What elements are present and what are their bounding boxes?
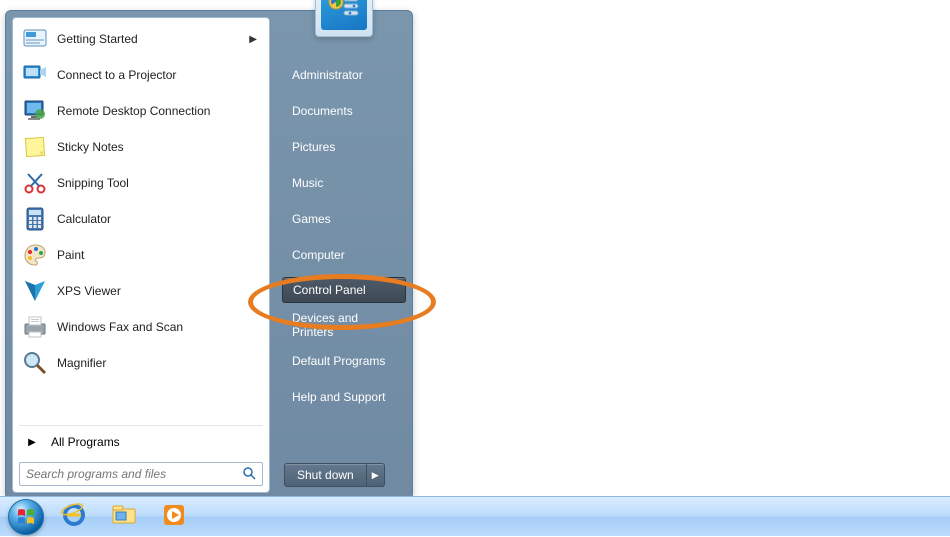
search-box[interactable] bbox=[19, 462, 263, 486]
sticky-notes-icon bbox=[21, 133, 49, 161]
right-item-label: Control Panel bbox=[293, 283, 366, 297]
taskbar-item-explorer[interactable] bbox=[102, 502, 146, 532]
start-menu-left-pane: Getting Started ▶ Connect to a Projector… bbox=[12, 17, 270, 493]
media-player-icon bbox=[160, 501, 188, 532]
right-item-label: Default Programs bbox=[292, 354, 385, 368]
calculator-icon bbox=[21, 205, 49, 233]
right-item-default-programs[interactable]: Default Programs bbox=[282, 347, 406, 375]
program-item-snipping-tool[interactable]: Snipping Tool bbox=[13, 165, 269, 201]
program-item-projector[interactable]: Connect to a Projector bbox=[13, 57, 269, 93]
program-label: Magnifier bbox=[57, 356, 261, 370]
search-icon bbox=[242, 466, 256, 483]
search-input[interactable] bbox=[26, 467, 242, 481]
submenu-arrow-icon: ▶ bbox=[249, 34, 257, 45]
right-item-label: Pictures bbox=[292, 140, 335, 154]
program-item-sticky-notes[interactable]: Sticky Notes bbox=[13, 129, 269, 165]
right-item-devices-printers[interactable]: Devices and Printers bbox=[282, 311, 406, 339]
paint-icon bbox=[21, 241, 49, 269]
getting-started-icon bbox=[21, 25, 49, 53]
start-menu-right-pane: Administrator Documents Pictures Music G… bbox=[276, 11, 412, 499]
right-item-label: Music bbox=[292, 176, 323, 190]
program-label: Remote Desktop Connection bbox=[57, 104, 261, 118]
projector-icon bbox=[21, 61, 49, 89]
remote-desktop-icon bbox=[21, 97, 49, 125]
right-item-control-panel[interactable]: Control Panel bbox=[282, 277, 406, 303]
start-menu: Getting Started ▶ Connect to a Projector… bbox=[5, 10, 413, 500]
explorer-icon bbox=[110, 501, 138, 532]
program-label: XPS Viewer bbox=[57, 284, 261, 298]
shutdown-button[interactable]: Shut down bbox=[284, 463, 367, 487]
taskbar bbox=[0, 496, 950, 536]
program-item-calculator[interactable]: Calculator bbox=[13, 201, 269, 237]
taskbar-item-media-player[interactable] bbox=[152, 502, 196, 532]
programs-list: Getting Started ▶ Connect to a Projector… bbox=[13, 18, 269, 423]
right-item-computer[interactable]: Computer bbox=[282, 241, 406, 269]
shutdown-area: Shut down ▶ bbox=[282, 457, 406, 493]
program-item-getting-started[interactable]: Getting Started ▶ bbox=[13, 21, 269, 57]
program-item-fax-scan[interactable]: Windows Fax and Scan bbox=[13, 309, 269, 345]
right-item-pictures[interactable]: Pictures bbox=[282, 133, 406, 161]
xps-viewer-icon bbox=[21, 277, 49, 305]
program-item-paint[interactable]: Paint bbox=[13, 237, 269, 273]
right-item-help-support[interactable]: Help and Support bbox=[282, 383, 406, 411]
control-panel-icon bbox=[321, 0, 367, 30]
program-label: Snipping Tool bbox=[57, 176, 261, 190]
right-item-documents[interactable]: Documents bbox=[282, 97, 406, 125]
magnifier-icon bbox=[21, 349, 49, 377]
separator bbox=[19, 425, 263, 426]
fax-scan-icon bbox=[21, 313, 49, 341]
windows-logo-icon bbox=[8, 499, 44, 535]
right-item-music[interactable]: Music bbox=[282, 169, 406, 197]
right-item-administrator[interactable]: Administrator bbox=[282, 61, 406, 89]
snipping-tool-icon bbox=[21, 169, 49, 197]
right-item-label: Games bbox=[292, 212, 331, 226]
program-label: Connect to a Projector bbox=[57, 68, 261, 82]
start-button[interactable] bbox=[6, 497, 46, 537]
right-item-label: Administrator bbox=[292, 68, 363, 82]
chevron-right-icon: ▶ bbox=[372, 470, 379, 481]
right-item-games[interactable]: Games bbox=[282, 205, 406, 233]
program-label: Sticky Notes bbox=[57, 140, 261, 154]
ie-icon bbox=[60, 501, 88, 532]
taskbar-item-ie[interactable] bbox=[52, 502, 96, 532]
program-label: Getting Started bbox=[57, 32, 249, 46]
program-item-xps-viewer[interactable]: XPS Viewer bbox=[13, 273, 269, 309]
right-item-label: Devices and Printers bbox=[292, 311, 396, 339]
right-item-label: Computer bbox=[292, 248, 345, 262]
all-programs-arrow-icon: ▶ bbox=[21, 437, 43, 448]
program-label: Paint bbox=[57, 248, 261, 262]
right-item-label: Documents bbox=[292, 104, 353, 118]
program-label: Calculator bbox=[57, 212, 261, 226]
search-container bbox=[19, 462, 263, 486]
all-programs-button[interactable]: ▶ All Programs bbox=[13, 428, 269, 456]
all-programs-label: All Programs bbox=[51, 435, 120, 449]
program-label: Windows Fax and Scan bbox=[57, 320, 261, 334]
shutdown-label: Shut down bbox=[297, 468, 354, 482]
program-item-remote-desktop[interactable]: Remote Desktop Connection bbox=[13, 93, 269, 129]
user-avatar-frame[interactable] bbox=[315, 0, 373, 37]
right-item-label: Help and Support bbox=[292, 390, 385, 404]
shutdown-options-button[interactable]: ▶ bbox=[367, 463, 385, 487]
program-item-magnifier[interactable]: Magnifier bbox=[13, 345, 269, 381]
